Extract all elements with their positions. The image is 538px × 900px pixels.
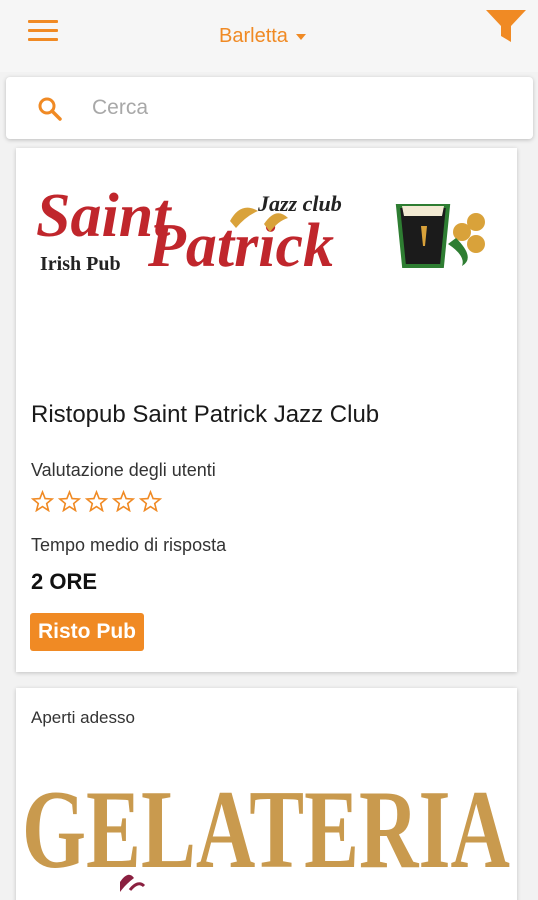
- rating-label: Valutazione degli utenti: [31, 460, 216, 480]
- listing-card[interactable]: Saint Patrick Jazz club Irish Pub Ristop…: [16, 148, 517, 672]
- listing-title: Ristopub Saint Patrick Jazz Club: [31, 401, 380, 428]
- city-selector[interactable]: Barletta: [219, 22, 306, 50]
- response-time-label: Tempo medio di risposta: [31, 535, 227, 555]
- star-outline-icon: [111, 490, 136, 512]
- caret-down-icon: [295, 34, 306, 40]
- search-input[interactable]: [92, 91, 512, 125]
- funnel-filter-icon[interactable]: [484, 6, 528, 46]
- logo-text-irish: Irish Pub: [40, 253, 121, 275]
- saint-patrick-logo: Saint Patrick Jazz club Irish Pub: [36, 182, 485, 276]
- gelateria-logo: GELATERIA: [22, 768, 510, 892]
- rating-stars: [29, 490, 164, 512]
- listing-card[interactable]: Aperti adesso GELATERIA: [16, 688, 517, 900]
- city-label: Barletta: [219, 24, 288, 47]
- hamburger-menu-icon[interactable]: [28, 20, 58, 42]
- search-icon: [38, 97, 62, 121]
- category-badge: Risto Pub: [30, 613, 144, 651]
- logo-text-gelateria: GELATERIA: [22, 768, 510, 892]
- app-header: Barletta: [0, 0, 538, 72]
- search-bar: [6, 77, 533, 139]
- logo-text-jazz: Jazz club: [257, 191, 342, 216]
- star-outline-icon: [30, 490, 55, 512]
- star-outline-icon: [84, 490, 109, 512]
- star-outline-icon: [57, 490, 82, 512]
- open-now-label: Aperti adesso: [31, 708, 135, 727]
- response-time-value: 2 ORE: [31, 569, 98, 594]
- star-outline-icon: [138, 490, 163, 512]
